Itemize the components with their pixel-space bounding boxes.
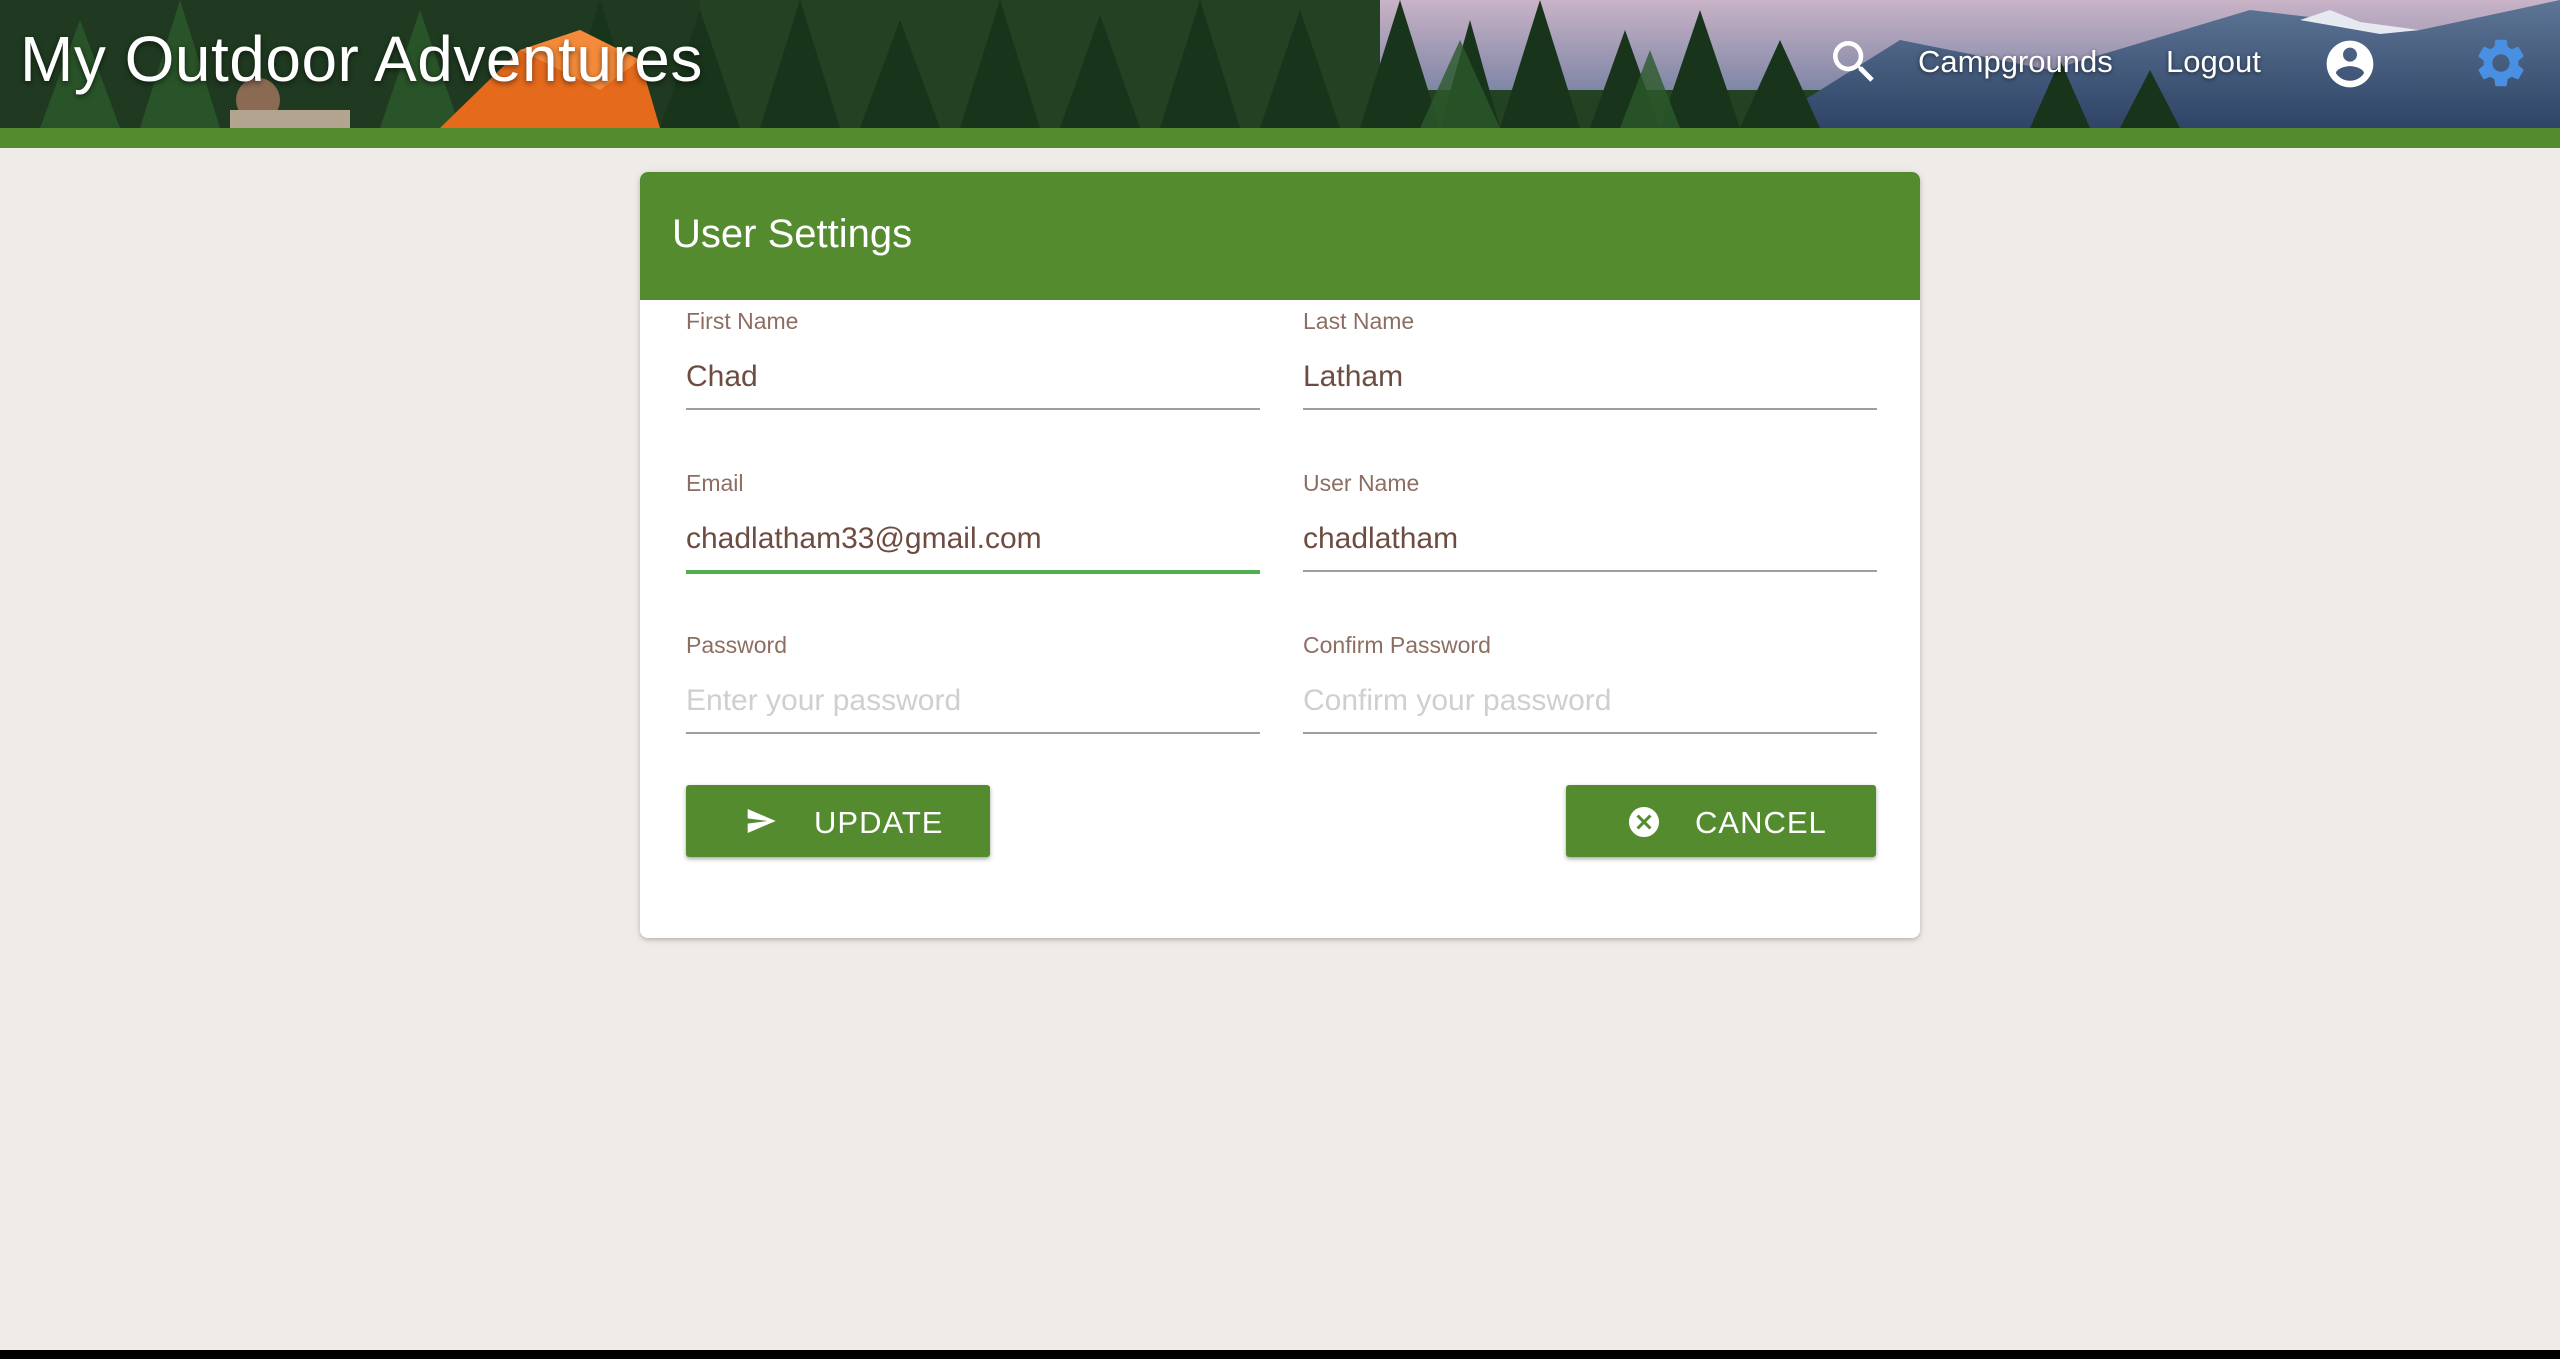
gear-icon[interactable] [2472,34,2530,92]
user-name-field: User Name [1303,470,1877,590]
header-accent-bar [0,128,2560,148]
app-header: My Outdoor Adventures Campgrounds Logout [0,0,2560,128]
card-header: User Settings [640,172,1920,300]
card-title: User Settings [672,212,913,256]
password-label: Password [686,632,787,658]
cancel-button[interactable]: CANCEL [1566,785,1876,857]
user-name-label: User Name [1303,470,1420,496]
first-name-input[interactable] [686,346,1260,410]
account-circle-icon[interactable] [2322,36,2378,92]
password-input[interactable] [686,670,1260,734]
cancel-button-label: CANCEL [1695,805,1827,840]
nav-link-logout[interactable]: Logout [2166,44,2261,80]
last-name-field: Last Name [1303,308,1877,428]
confirm-password-input[interactable] [1303,670,1877,734]
cancel-circle-icon [1626,804,1662,840]
send-icon [744,805,778,837]
email-field: Email [686,470,1260,590]
app-title[interactable]: My Outdoor Adventures [20,22,703,96]
user-name-input[interactable] [1303,508,1877,572]
page: My Outdoor Adventures Campgrounds Logout… [0,0,2560,1350]
email-label: Email [686,470,744,496]
last-name-input[interactable] [1303,346,1877,410]
email-input[interactable] [686,508,1260,574]
update-button[interactable]: UPDATE [686,785,990,857]
update-button-label: UPDATE [814,805,944,840]
nav-link-campgrounds[interactable]: Campgrounds [1918,44,2113,80]
password-field: Password [686,632,1260,752]
first-name-field: First Name [686,308,1260,428]
confirm-password-label: Confirm Password [1303,632,1491,658]
first-name-label: First Name [686,308,799,334]
search-icon[interactable] [1826,34,1882,90]
confirm-password-field: Confirm Password [1303,632,1877,752]
user-settings-card: User Settings First Name Last Name Email… [640,172,1920,938]
last-name-label: Last Name [1303,308,1415,334]
